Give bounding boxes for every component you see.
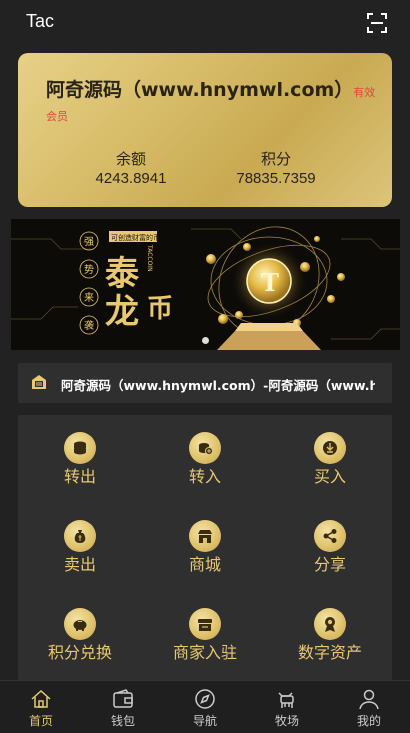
member-name: 阿奇源码（www.hnymwl.com）	[46, 79, 354, 101]
banner-vertical-text: TACCOIN	[146, 244, 153, 272]
menu-item[interactable]: 转出	[18, 415, 142, 495]
announcement-text: 阿奇源码（www.hnymwl.com）-阿奇源码（www.hnymwl.com…	[61, 378, 375, 393]
menu-item[interactable]: 商家入驻	[143, 591, 267, 671]
announcement-icon	[31, 374, 47, 390]
coins-out-icon	[64, 432, 96, 464]
menu-item[interactable]: 积分兑换	[18, 591, 142, 671]
menu-item-label: 商家入驻	[172, 643, 237, 662]
app-title: Tac	[26, 11, 55, 31]
tab-label: 钱包	[110, 714, 135, 728]
tab-item[interactable]: 首页	[0, 681, 82, 733]
banner-main-char: 币	[147, 294, 173, 324]
banner-main-char: 龙	[105, 292, 139, 332]
coins-in-icon	[189, 432, 221, 464]
banner-side-char: 来	[84, 292, 94, 304]
balance-label: 余额	[115, 150, 146, 168]
member-card: 阿奇源码（www.hnymwl.com）有效会员 余额 4243.8941 积分…	[18, 53, 392, 207]
points-value: 78835.7359	[236, 170, 316, 187]
svg-text:T: T	[261, 268, 279, 297]
tab-label: 首页	[28, 714, 53, 728]
menu-item-label: 商城	[188, 555, 221, 574]
carousel-indicator-dot[interactable]	[202, 337, 209, 344]
tab-item[interactable]: 钱包	[82, 681, 164, 733]
top-bar: Tac	[0, 0, 410, 44]
menu-item-label: 转入	[188, 467, 221, 486]
store-icon	[189, 520, 221, 552]
menu-item[interactable]: 商城	[143, 503, 267, 583]
banner-side-char: 袭	[84, 320, 94, 332]
menu-item-label: 买入	[313, 467, 346, 486]
menu-item-label: 数字资产	[297, 643, 362, 662]
menu-item-label: 积分兑换	[47, 643, 112, 662]
announcement-bar[interactable]: 阿奇源码（www.hnymwl.com）-阿奇源码（www.hnymwl.com…	[18, 363, 392, 403]
banner-main-char: 泰	[105, 254, 140, 294]
tab-item[interactable]: 导航	[164, 681, 246, 733]
balance-value: 4243.8941	[95, 170, 167, 187]
tab-label: 导航	[192, 714, 217, 728]
points-label: 积分	[260, 150, 291, 168]
points-stat: 积分 78835.7359	[221, 149, 331, 189]
menu-item[interactable]: 卖出	[18, 503, 142, 583]
piggy-bank-icon	[64, 608, 96, 640]
menu-item[interactable]: 买入	[268, 415, 392, 495]
money-bag-icon	[64, 520, 96, 552]
merchant-icon	[189, 608, 221, 640]
balance-stat: 余额 4243.8941	[76, 149, 186, 189]
buy-icon	[314, 432, 346, 464]
member-card-title: 阿奇源码（www.hnymwl.com）有效会员	[46, 79, 386, 128]
menu-item-label: 转出	[63, 467, 96, 486]
menu-item[interactable]: 数字资产	[268, 591, 392, 671]
banner-caption: 可创造财富的币	[111, 233, 160, 242]
banner-side-char: 强	[84, 236, 94, 248]
share-icon	[314, 520, 346, 552]
menu-item-label: 分享	[313, 555, 346, 574]
promo-banner[interactable]: 强 势 来 袭 可创造财富的币 泰 龙 币 TACCOIN T	[11, 219, 400, 350]
award-icon	[314, 608, 346, 640]
banner-side-char: 势	[84, 263, 94, 276]
feature-grid: 转出 转入 买入卖出 商城 分享积分兑换 商家入驻 数字资产	[18, 415, 392, 680]
scan-icon[interactable]	[366, 12, 388, 34]
tab-label: 牧场	[274, 714, 299, 728]
bottom-tab-bar: 首页 钱包 导航 牧场 我的	[0, 680, 410, 733]
tab-label: 我的	[356, 714, 381, 728]
menu-item-label: 卖出	[63, 555, 96, 574]
menu-item[interactable]: 分享	[268, 503, 392, 583]
menu-item[interactable]: 转入	[143, 415, 267, 495]
tab-item[interactable]: 我的	[328, 681, 410, 733]
tab-item[interactable]: 牧场	[246, 681, 328, 733]
